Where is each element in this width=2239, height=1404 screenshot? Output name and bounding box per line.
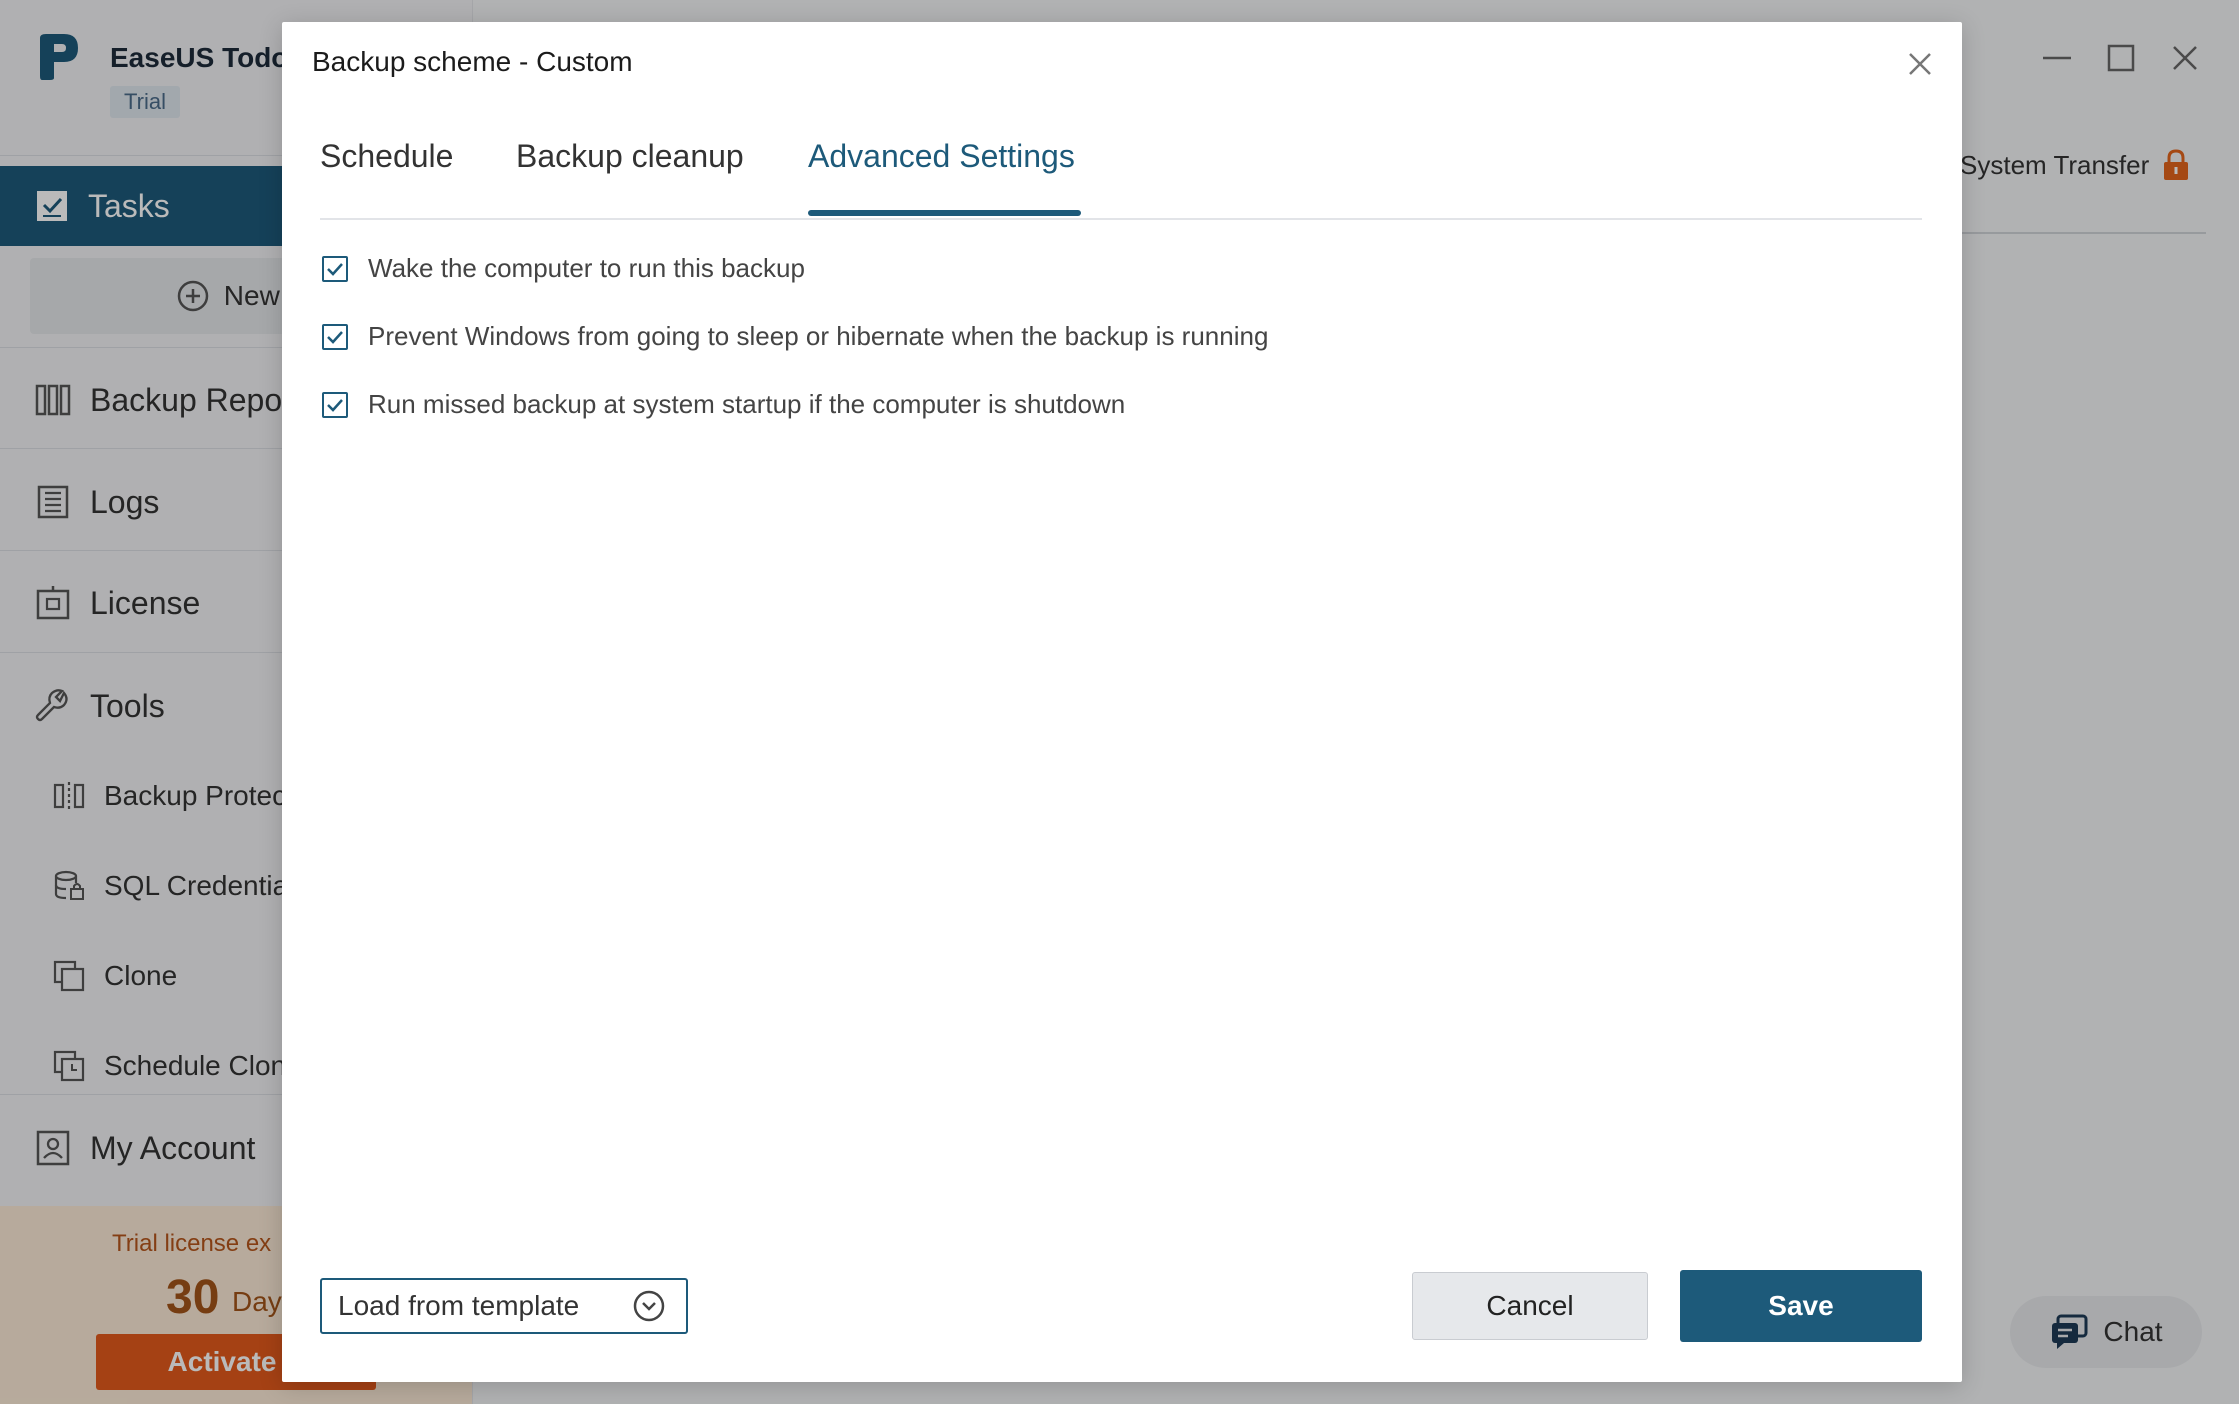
option-label: Run missed backup at system startup if t… [368, 389, 1126, 419]
checkbox[interactable] [322, 255, 348, 282]
checkmark-icon [327, 262, 343, 276]
cancel-button[interactable]: Cancel [1412, 1272, 1648, 1340]
tab-bar: Schedule Backup cleanup Advanced Setting… [320, 132, 1922, 220]
option-label: Prevent Windows from going to sleep or h… [368, 321, 1269, 351]
tab-schedule[interactable]: Schedule [320, 132, 453, 180]
close-icon[interactable] [1902, 46, 1938, 82]
option-label: Wake the computer to run this backup [368, 253, 805, 283]
chevron-down-circle-icon [633, 1290, 665, 1322]
checkmark-icon [327, 398, 343, 412]
template-select-label: Load from template [338, 1290, 580, 1321]
active-tab-indicator [808, 210, 1081, 216]
option-run-missed-backup[interactable]: Run missed backup at system startup if t… [322, 389, 1125, 420]
tab-label: Backup cleanup [516, 138, 744, 174]
backup-scheme-dialog: Backup scheme - Custom Schedule Backup c… [282, 22, 1962, 1382]
load-template-select[interactable]: Load from template [320, 1278, 688, 1334]
option-wake-computer[interactable]: Wake the computer to run this backup [322, 253, 805, 284]
tab-backup-cleanup[interactable]: Backup cleanup [516, 132, 744, 180]
dialog-title: Backup scheme - Custom [312, 46, 633, 77]
tab-label: Advanced Settings [808, 138, 1075, 174]
option-prevent-sleep[interactable]: Prevent Windows from going to sleep or h… [322, 321, 1268, 352]
save-button[interactable]: Save [1680, 1270, 1922, 1342]
checkbox[interactable] [322, 323, 348, 350]
tab-advanced-settings[interactable]: Advanced Settings [808, 132, 1081, 216]
tab-label: Schedule [320, 138, 454, 174]
checkbox[interactable] [322, 391, 348, 418]
checkmark-icon [327, 330, 343, 344]
